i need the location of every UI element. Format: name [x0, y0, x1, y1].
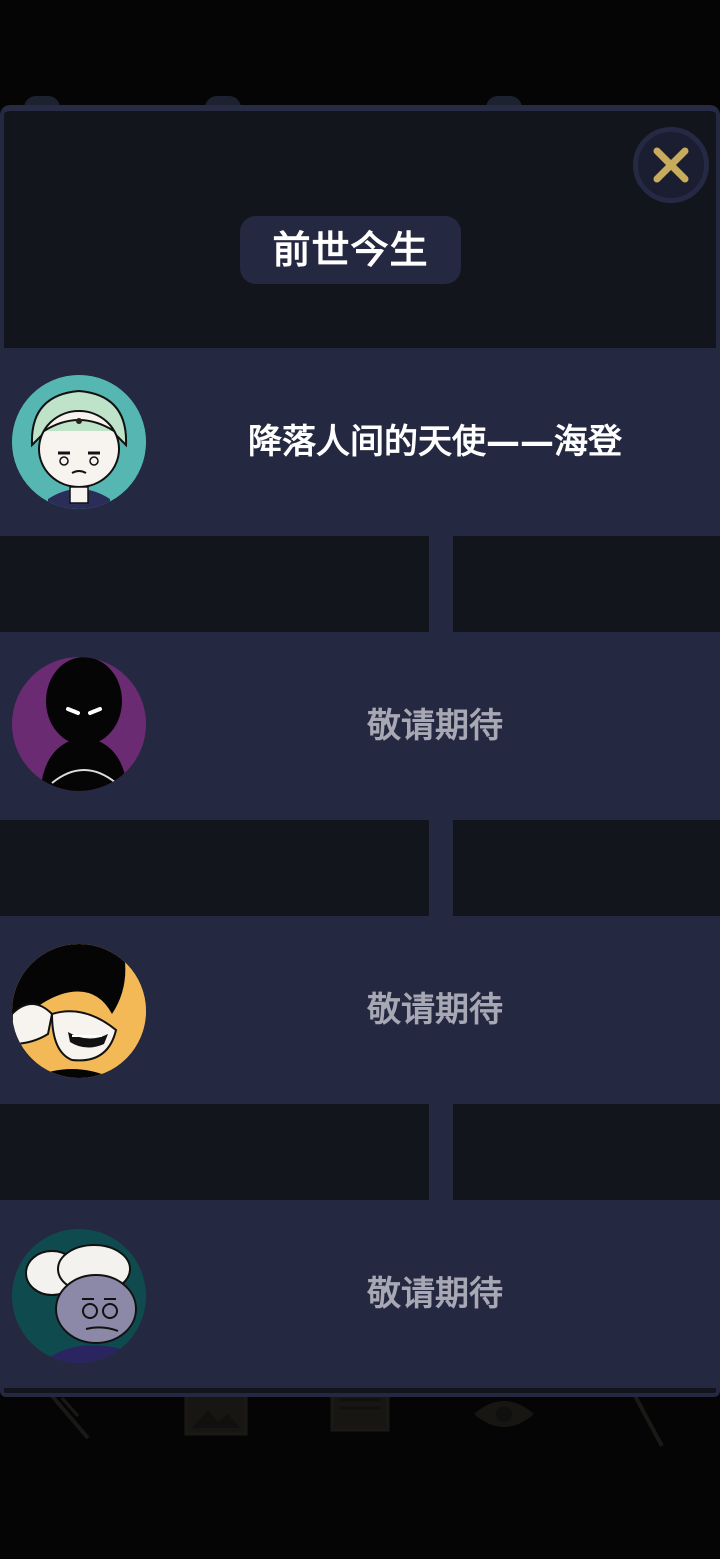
quill-icon	[50, 1394, 90, 1440]
list-item-entry-4[interactable]: 敬请期待	[0, 1200, 720, 1388]
divider-row	[0, 820, 720, 916]
eye-icon	[474, 1401, 534, 1427]
divider-row	[0, 1104, 720, 1200]
grinning-figure-avatar	[12, 944, 146, 1078]
divider-row	[0, 536, 720, 632]
staff-icon	[632, 1393, 664, 1447]
panel-title: 前世今生	[240, 216, 461, 284]
entry-title: 敬请期待	[367, 990, 503, 1030]
entry-title: 敬请期待	[367, 706, 503, 746]
close-button[interactable]	[633, 127, 709, 203]
angel-haideng-avatar	[12, 375, 146, 509]
list-item-entry-3[interactable]: 敬请期待	[0, 916, 720, 1104]
old-man-avatar	[12, 1229, 146, 1363]
book-icon	[330, 1392, 390, 1432]
entry-title: 降落人间的天使——海登	[248, 422, 622, 462]
bottom-toolbar	[0, 1392, 720, 1452]
shadow-figure-avatar	[12, 657, 146, 791]
entry-title: 敬请期待	[367, 1274, 503, 1314]
list-item-entry-2[interactable]: 敬请期待	[0, 632, 720, 820]
game-screen: 前世今生 降落人间的天使——海登 敬请期待 敬请期待 敬请期待	[0, 0, 720, 1559]
close-x-icon	[653, 147, 689, 183]
list-item-entry-1[interactable]: 降落人间的天使——海登	[0, 348, 720, 536]
picture-icon	[184, 1392, 248, 1436]
